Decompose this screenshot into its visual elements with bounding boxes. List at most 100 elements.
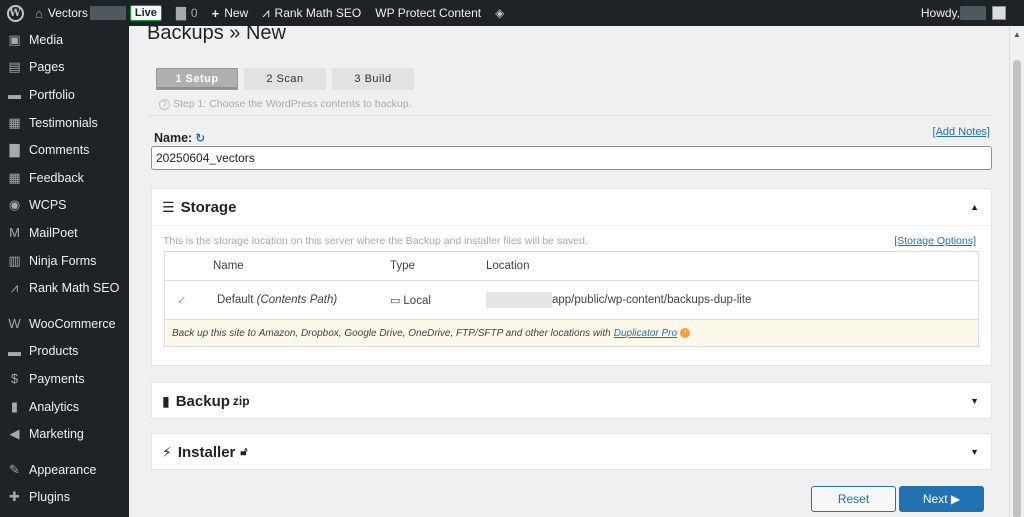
- divider: [149, 115, 993, 116]
- diamond-menu[interactable]: ◈: [488, 0, 511, 26]
- server-icon: ☰: [162, 198, 175, 215]
- table-row[interactable]: ✓ Default (Contents Path) ▭ Local app/pub…: [165, 281, 978, 319]
- wizard-steps: 1 Setup 2 Scan 3 Build: [156, 68, 414, 90]
- sidebar-item-label: Products: [29, 344, 79, 359]
- comments-menu[interactable]: ▇ 0: [169, 0, 205, 26]
- rank-math-icon: ⩘: [262, 5, 270, 20]
- sidebar-item-label: Marketing: [29, 427, 84, 442]
- sidebar-item-woocommerce[interactable]: W WooCommerce: [0, 310, 129, 338]
- backup-zip-suffix: zip: [232, 394, 250, 408]
- sidebar-item-label: Feedback: [29, 170, 84, 185]
- step-note: ? Step 1: Choose the WordPress contents t…: [159, 98, 412, 110]
- reset-button[interactable]: Reset: [811, 486, 896, 512]
- backup-name-input[interactable]: [151, 146, 992, 170]
- pro-promo-banner: Back up this site to Amazon, Dropbox, Go…: [165, 319, 978, 346]
- ninja-forms-icon: ▥: [8, 252, 21, 268]
- checkmark-icon[interactable]: ✓: [165, 293, 213, 307]
- howdy-label: Howdy,: [920, 6, 960, 20]
- sidebar-item-pages[interactable]: ▤ Pages: [0, 54, 129, 82]
- analytics-icon: ▮: [10, 398, 19, 414]
- next-button[interactable]: Next ▶: [899, 486, 984, 512]
- step-scan: 2 Scan: [244, 68, 326, 90]
- sidebar-item-payments[interactable]: $ Payments: [0, 365, 129, 393]
- sidebar-item-testimonials[interactable]: ▦ Testimonials: [0, 109, 129, 137]
- redacted-username: [960, 6, 986, 20]
- column-type: Type: [390, 260, 415, 272]
- step-setup: 1 Setup: [156, 68, 238, 90]
- site-name-menu[interactable]: ⌂ Vectors Live: [28, 0, 169, 26]
- sidebar-item-label: Plugins: [29, 490, 70, 505]
- sidebar-item-rank-math-seo[interactable]: ⩘ Rank Math SEO: [0, 274, 129, 302]
- page-scrollbar[interactable]: ▲: [1009, 26, 1024, 517]
- sidebar-item-label: Testimonials: [29, 115, 98, 130]
- marketing-icon: ◀: [9, 426, 20, 442]
- scrollbar-thumb[interactable]: [1013, 60, 1021, 517]
- table-header: Name Type Location: [165, 252, 978, 281]
- add-notes-link[interactable]: [Add Notes]: [933, 126, 990, 138]
- sidebar-item-products[interactable]: ▬ Products: [0, 338, 129, 366]
- storage-options-link[interactable]: [Storage Options]: [894, 235, 976, 247]
- sidebar-item-appearance[interactable]: ✎ Appearance: [0, 456, 129, 484]
- wp-protect-menu[interactable]: WP Protect Content: [368, 0, 488, 26]
- scroll-up-icon[interactable]: ▲: [1013, 30, 1021, 39]
- testimonials-icon: ▦: [8, 114, 21, 130]
- sidebar-item-media[interactable]: ▣ Media: [0, 26, 129, 54]
- new-label: New: [224, 6, 249, 20]
- rank-math-label: Rank Math SEO: [274, 6, 362, 20]
- diamond-icon: ◈: [495, 6, 505, 20]
- refresh-icon[interactable]: ↻: [195, 131, 205, 145]
- sidebar-item-label: Ninja Forms: [29, 253, 97, 268]
- step-build: 3 Build: [332, 68, 414, 90]
- storage-panel-header[interactable]: ☰ Storage ▲: [152, 189, 991, 225]
- sidebar-item-label: WCPS: [29, 198, 67, 213]
- pages-icon: ▤: [8, 59, 21, 75]
- comments-icon: ▇: [9, 142, 20, 158]
- backup-panel-header[interactable]: ▮ Backup zip ▼: [152, 383, 991, 419]
- rank-math-menu[interactable]: ⩘ Rank Math SEO: [255, 0, 368, 26]
- sidebar-item-mailpoet[interactable]: M MailPoet: [0, 219, 129, 247]
- user-menu[interactable]: Howdy,: [914, 0, 1024, 26]
- sidebar-item-ninja-forms[interactable]: ▥ Ninja Forms: [0, 247, 129, 275]
- expand-down-icon[interactable]: ▼: [970, 447, 979, 457]
- name-label: Name: ↻: [154, 131, 206, 145]
- redacted-text: [89, 6, 126, 20]
- storage-type: ▭ Local: [390, 294, 431, 307]
- expand-down-icon[interactable]: ▼: [970, 396, 979, 406]
- sidebar-item-marketing[interactable]: ◀ Marketing: [0, 420, 129, 448]
- storage-description: This is the storage location on this ser…: [163, 235, 588, 247]
- site-name: Vectors: [47, 6, 88, 20]
- live-badge: Live: [129, 5, 162, 21]
- sidebar-item-label: Payments: [29, 371, 85, 386]
- new-content-menu[interactable]: + New: [205, 0, 256, 26]
- wp-protect-label: WP Protect Content: [375, 6, 482, 20]
- pro-upgrade-icon: ↑: [680, 328, 691, 338]
- sidebar-item-wcps[interactable]: ◉ WCPS: [0, 192, 129, 220]
- sidebar-item-label: MailPoet: [29, 225, 78, 240]
- sidebar-item-plugins[interactable]: ✚ Plugins: [0, 484, 129, 512]
- products-icon: ▬: [8, 343, 21, 359]
- drive-icon: ▭: [390, 294, 401, 307]
- rank-math-icon: ⩘: [10, 280, 19, 296]
- collapse-up-icon[interactable]: ▲: [970, 202, 979, 212]
- sidebar-item-comments[interactable]: ▇ Comments: [0, 136, 129, 164]
- sidebar-item-label: Appearance: [29, 462, 97, 477]
- admin-sidebar: ▣ Media ▤ Pages ▬ Portfolio ▦ Testimonials ▇ Comm…: [0, 26, 129, 517]
- cloud-providers-text: Amazon, Dropbox, Google Drive, OneDrive,…: [258, 327, 611, 339]
- sidebar-item-label: Portfolio: [29, 87, 75, 102]
- wp-logo-menu[interactable]: W: [2, 0, 28, 26]
- page-title: Backups » New: [147, 26, 286, 44]
- sidebar-item-analytics[interactable]: ▮ Analytics: [0, 393, 129, 421]
- sidebar-item-feedback[interactable]: ▦ Feedback: [0, 164, 129, 192]
- sidebar-item-portfolio[interactable]: ▬ Portfolio: [0, 81, 129, 109]
- sidebar-item-label: Media: [29, 32, 64, 47]
- wordpress-icon: W: [6, 4, 24, 22]
- installer-panel-header[interactable]: ⚡ Installer 🔓︎ ▼: [152, 434, 991, 470]
- appearance-icon: ✎: [9, 461, 20, 477]
- duplicator-pro-link[interactable]: Duplicator Pro: [614, 328, 677, 339]
- home-icon: ⌂: [35, 5, 43, 21]
- media-icon: ▣: [8, 31, 21, 47]
- lock-icon: 🔓︎: [240, 445, 248, 458]
- mailpoet-icon: M: [9, 225, 20, 241]
- storage-title: Storage: [180, 198, 237, 216]
- plus-icon: +: [211, 5, 220, 21]
